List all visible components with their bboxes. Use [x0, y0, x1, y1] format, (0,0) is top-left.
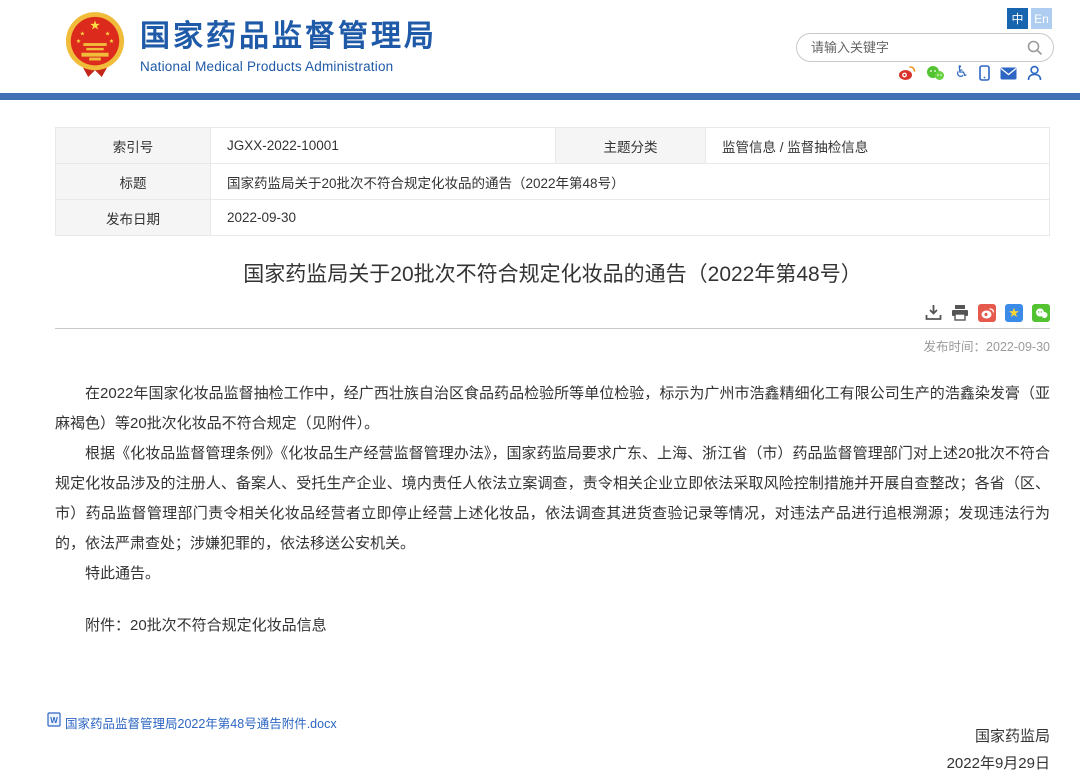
- download-button[interactable]: [925, 304, 942, 322]
- attachment-download-row: W 国家药品监督管理局2022年第48号通告附件.docx: [47, 712, 337, 732]
- share-qzone-icon: ★: [1005, 304, 1023, 322]
- publish-time: 发布时间：2022-09-30: [55, 336, 1050, 355]
- site-title-en: National Medical Products Administration: [140, 59, 437, 74]
- share-qzone-button[interactable]: ★: [1005, 304, 1023, 322]
- site-header: ★ ★ ★ ★ ★ 国家药品监督管理局 National Medical Pro…: [0, 0, 1080, 93]
- search-input[interactable]: [811, 40, 1027, 55]
- download-icon: [925, 309, 942, 324]
- svg-text:★: ★: [105, 30, 110, 37]
- article-paragraph: 根据《化妆品监督管理条例》《化妆品生产经营监督管理办法》，国家药监局要求广东、上…: [55, 439, 1050, 559]
- page-title: 国家药监局关于20批次不符合规定化妆品的通告（2022年第48号）: [55, 258, 1050, 288]
- svg-text:★: ★: [89, 18, 100, 33]
- article-page: 索引号 JGXX-2022-10001 主题分类 监管信息 / 监督抽检信息 标…: [55, 127, 1050, 773]
- lang-en-button[interactable]: En: [1031, 8, 1052, 29]
- topic-category-label: 主题分类: [556, 128, 706, 164]
- attachment-file-link[interactable]: 国家药品监督管理局2022年第48号通告附件.docx: [65, 713, 337, 732]
- table-row: 标题 国家药监局关于20批次不符合规定化妆品的通告（2022年第48号）: [56, 164, 1050, 200]
- signature-date: 2022年9月29日: [55, 750, 1050, 773]
- article-paragraph: 在2022年国家化妆品监督抽检工作中，经广西壮族自治区食品药品检验所等单位检验，…: [55, 379, 1050, 439]
- article-toolbar: ★: [55, 304, 1050, 322]
- site-title-zh: 国家药品监督管理局: [140, 20, 437, 54]
- share-wechat-icon: [1032, 304, 1050, 322]
- index-number-value: JGXX-2022-10001: [211, 128, 556, 164]
- document-info-table: 索引号 JGXX-2022-10001 主题分类 监管信息 / 监督抽检信息 标…: [55, 127, 1050, 236]
- weibo-icon[interactable]: [898, 65, 916, 81]
- print-button[interactable]: [951, 304, 969, 322]
- doc-title-value: 国家药监局关于20批次不符合规定化妆品的通告（2022年第48号）: [211, 164, 1050, 200]
- publish-time-label: 发布时间：: [924, 340, 987, 354]
- user-icon[interactable]: [1027, 65, 1042, 81]
- wechat-icon[interactable]: [926, 65, 945, 81]
- article-paragraph: 特此通告。: [55, 559, 1050, 589]
- header-divider-bar: [0, 93, 1080, 100]
- table-row: 发布日期 2022-09-30: [56, 200, 1050, 236]
- search-icon[interactable]: [1027, 40, 1043, 56]
- toolbar-divider: [55, 328, 1050, 329]
- accessibility-icon[interactable]: ♿: [955, 65, 969, 81]
- table-row: 索引号 JGXX-2022-10001 主题分类 监管信息 / 监督抽检信息: [56, 128, 1050, 164]
- attachment-reference: 附件：20批次不符合规定化妆品信息: [55, 611, 1050, 641]
- national-emblem-logo: ★ ★ ★ ★ ★: [64, 11, 126, 84]
- publish-time-value: 2022-09-30: [986, 340, 1050, 354]
- word-doc-icon: W: [47, 712, 61, 732]
- mail-icon[interactable]: [1000, 67, 1017, 80]
- mobile-icon[interactable]: [979, 65, 990, 81]
- header-quick-icons: ♿: [898, 65, 1042, 81]
- print-icon: [951, 309, 969, 324]
- language-toggle: 中 En: [1007, 8, 1052, 29]
- share-weibo-icon: [978, 304, 996, 322]
- svg-text:★: ★: [76, 38, 81, 45]
- svg-text:★: ★: [109, 38, 114, 45]
- search-box: [796, 33, 1054, 62]
- article-body: 在2022年国家化妆品监督抽检工作中，经广西壮族自治区食品药品检验所等单位检验，…: [55, 379, 1050, 641]
- svg-text:★: ★: [80, 30, 85, 37]
- svg-text:W: W: [50, 716, 58, 725]
- share-wechat-button[interactable]: [1032, 304, 1050, 322]
- publish-date-label: 发布日期: [56, 200, 211, 236]
- doc-title-label: 标题: [56, 164, 211, 200]
- lang-zh-button[interactable]: 中: [1007, 8, 1028, 29]
- publish-date-value: 2022-09-30: [211, 200, 1050, 236]
- index-number-label: 索引号: [56, 128, 211, 164]
- share-weibo-button[interactable]: [978, 304, 996, 322]
- topic-category-value: 监管信息 / 监督抽检信息: [706, 128, 1050, 164]
